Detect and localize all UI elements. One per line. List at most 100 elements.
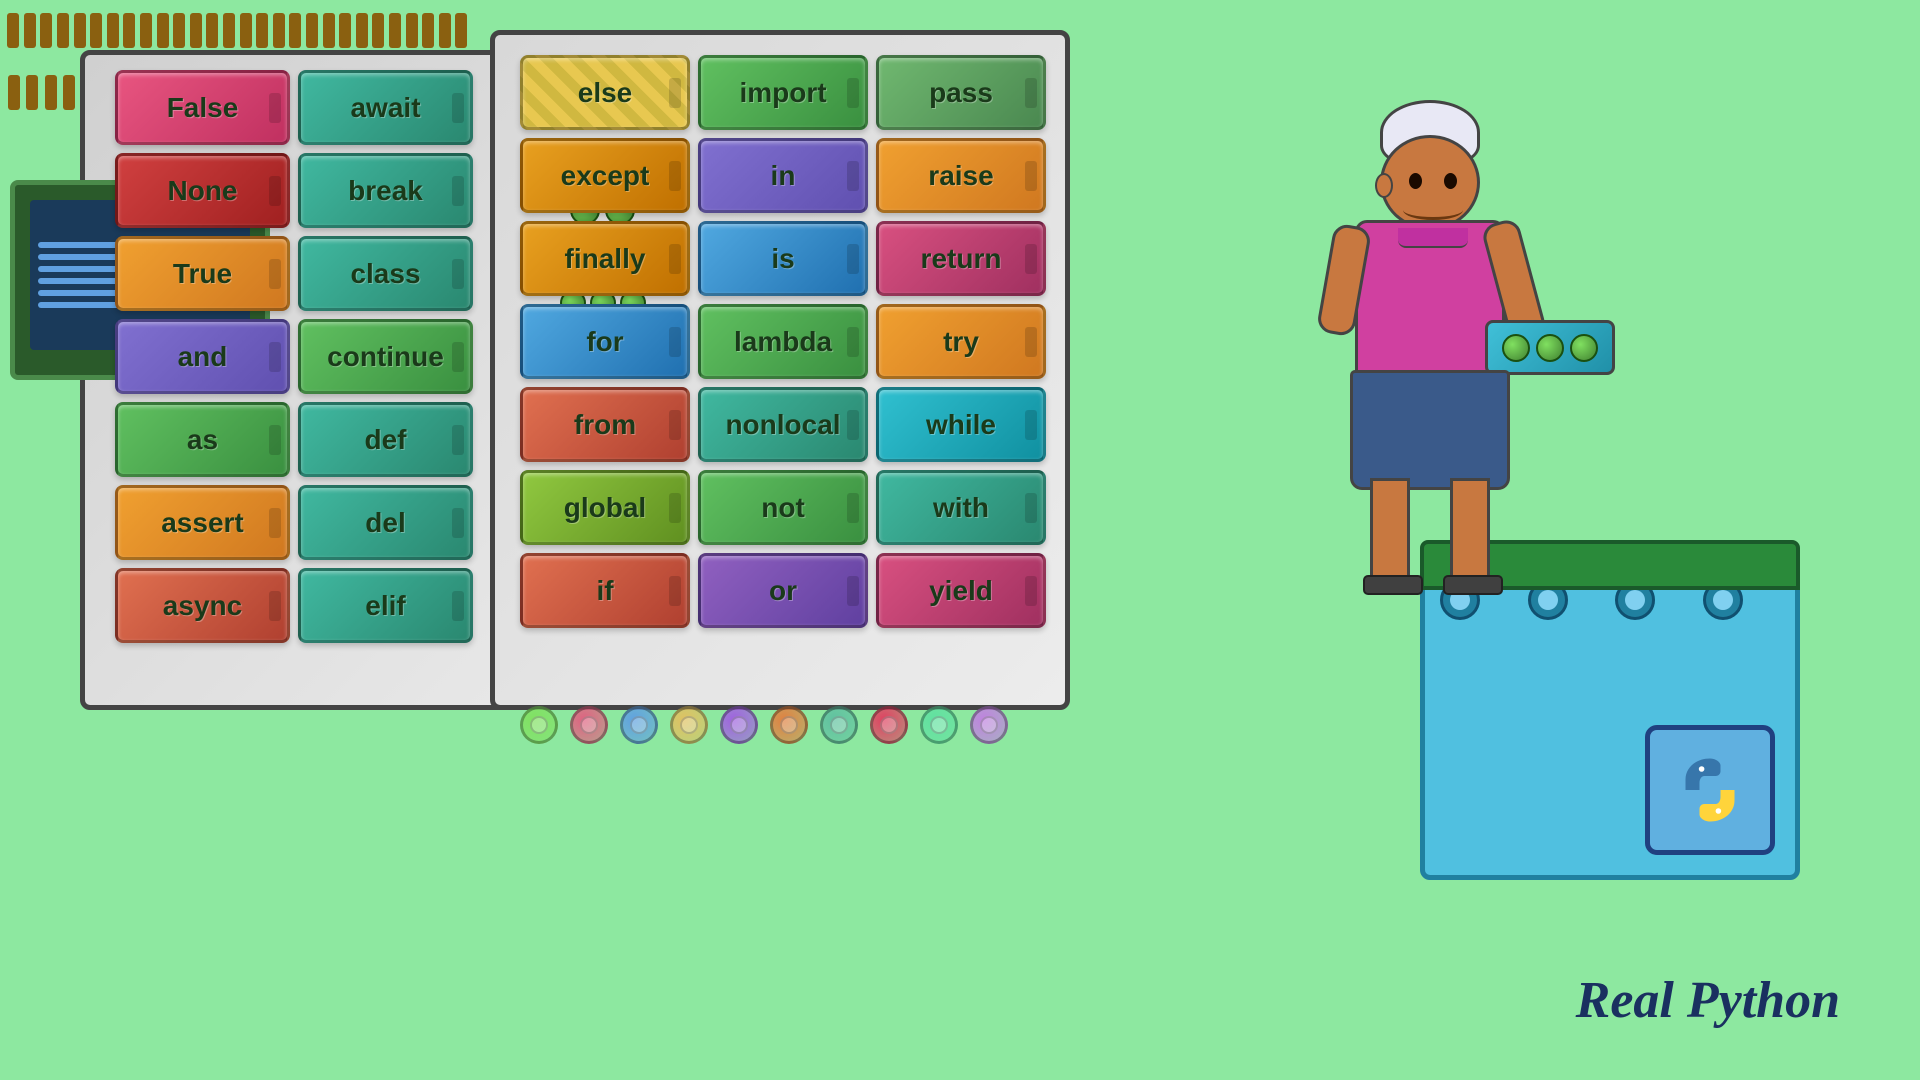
keyword-as: as: [115, 402, 290, 477]
char-collar: [1398, 228, 1468, 248]
keyword-class: class: [298, 236, 473, 311]
keyword-None: None: [115, 153, 290, 228]
conveyor-tick: [8, 75, 20, 110]
keyword-import: import: [698, 55, 868, 130]
char-leg-left: [1370, 478, 1410, 588]
conveyor-tick: [157, 13, 169, 48]
holding-coins: [1502, 334, 1598, 362]
conveyor-tick: [223, 13, 235, 48]
conveyor-coin-4: [720, 706, 758, 744]
keyword-except: except: [520, 138, 690, 213]
char-mouth: [1403, 200, 1463, 220]
keyword-return: return: [876, 221, 1046, 296]
keyword-lambda: lambda: [698, 304, 868, 379]
char-ear: [1375, 173, 1393, 198]
conveyor-tick: [45, 75, 57, 110]
keyword-for: for: [520, 304, 690, 379]
conveyor-tick: [173, 13, 185, 48]
keyword-async: async: [115, 568, 290, 643]
conveyor-tick: [439, 13, 451, 48]
char-holding-drawer: [1485, 320, 1615, 375]
conveyor-coin-0: [520, 706, 558, 744]
keyword-pass: pass: [876, 55, 1046, 130]
keyword-try: try: [876, 304, 1046, 379]
char-shoe-right: [1443, 575, 1503, 595]
conveyor-tick: [7, 13, 19, 48]
conveyor-tick: [190, 13, 202, 48]
conveyor-tick: [422, 13, 434, 48]
conveyor-coin-5: [770, 706, 808, 744]
keyword-await: await: [298, 70, 473, 145]
main-scene: FalseawaitNonebreakTrueclassandcontinuea…: [0, 0, 1920, 1080]
conveyor-tick: [206, 13, 218, 48]
keyword-or: or: [698, 553, 868, 628]
keyword-with: with: [876, 470, 1046, 545]
conveyor-tick: [26, 75, 38, 110]
conveyor-tick: [289, 13, 301, 48]
keyword-continue: continue: [298, 319, 473, 394]
conveyor-tick: [339, 13, 351, 48]
conveyor-tick: [40, 13, 52, 48]
char-head: [1380, 135, 1480, 230]
char-leg-right: [1450, 478, 1490, 588]
python-logo-icon: [1675, 755, 1745, 825]
conveyor-coin-7: [870, 706, 908, 744]
keyword-raise: raise: [876, 138, 1046, 213]
keyword-assert: assert: [115, 485, 290, 560]
brand-name: Real Python: [1576, 971, 1840, 1030]
conveyor-tick: [107, 13, 119, 48]
conveyor-tick: [57, 13, 69, 48]
char-eyes: [1398, 173, 1468, 189]
character: [1320, 100, 1540, 650]
char-eye-right: [1444, 173, 1457, 189]
keyword-True: True: [115, 236, 290, 311]
keyword-elif: elif: [298, 568, 473, 643]
char-shoe-left: [1363, 575, 1423, 595]
keyword-break: break: [298, 153, 473, 228]
conveyor-coins: [520, 706, 1008, 744]
keyword-and: and: [115, 319, 290, 394]
conveyor-tick: [323, 13, 335, 48]
keyword-is: is: [698, 221, 868, 296]
conveyor-tick: [455, 13, 467, 48]
keyword-if: if: [520, 553, 690, 628]
char-body: [1355, 220, 1505, 380]
conveyor-tick: [90, 13, 102, 48]
conveyor-tick: [24, 13, 36, 48]
conveyor-tick: [256, 13, 268, 48]
conveyor-coin-8: [920, 706, 958, 744]
conveyor-tick: [74, 13, 86, 48]
coin-3: [1570, 334, 1598, 362]
keyword-from: from: [520, 387, 690, 462]
conveyor-tick: [123, 13, 135, 48]
conveyor-coin-1: [570, 706, 608, 744]
keyword-else: else: [520, 55, 690, 130]
conveyor-coin-6: [820, 706, 858, 744]
keyword-not: not: [698, 470, 868, 545]
conveyor-tick: [240, 13, 252, 48]
conveyor-tick: [140, 13, 152, 48]
keyword-global: global: [520, 470, 690, 545]
conveyor-tick: [389, 13, 401, 48]
right-keywords-grid: elseimportpass exceptinraise finallyisretu…: [505, 40, 1061, 643]
keyword-nonlocal: nonlocal: [698, 387, 868, 462]
conveyor-tick: [273, 13, 285, 48]
left-keywords-grid: FalseawaitNonebreakTrueclassandcontinuea…: [100, 55, 488, 741]
conveyor-tick: [306, 13, 318, 48]
keyword-yield: yield: [876, 553, 1046, 628]
keyword-def: def: [298, 402, 473, 477]
keyword-while: while: [876, 387, 1046, 462]
conveyor-tick: [63, 75, 75, 110]
coin-2: [1536, 334, 1564, 362]
char-shorts: [1350, 370, 1510, 490]
keyword-False: False: [115, 70, 290, 145]
conveyor-tick: [356, 13, 368, 48]
keyword-in: in: [698, 138, 868, 213]
conveyor-tick: [372, 13, 384, 48]
conveyor-coin-9: [970, 706, 1008, 744]
coin-1: [1502, 334, 1530, 362]
keyword-finally: finally: [520, 221, 690, 296]
conveyor-coin-3: [670, 706, 708, 744]
conveyor-tick: [406, 13, 418, 48]
keyword-del: del: [298, 485, 473, 560]
